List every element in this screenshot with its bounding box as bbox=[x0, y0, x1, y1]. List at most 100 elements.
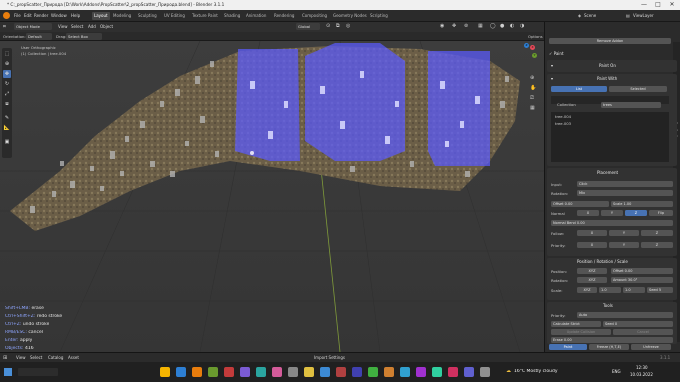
normal-x-button[interactable]: X bbox=[577, 210, 599, 216]
tab-layout[interactable]: Layout bbox=[92, 12, 110, 20]
chevron-down-icon[interactable]: ▾ bbox=[551, 62, 553, 70]
proportional-icon[interactable]: ◎ bbox=[346, 23, 350, 29]
weather-text[interactable]: 16°C Mostly cloudy bbox=[514, 369, 558, 374]
cursor-tool-icon[interactable]: ⊕ bbox=[3, 60, 11, 68]
orientation-dropdown[interactable]: Default bbox=[26, 33, 52, 40]
erase-field[interactable]: Erase 0.00 bbox=[551, 337, 673, 343]
transform-tool-icon[interactable]: ⧈ bbox=[3, 100, 11, 108]
follow-z-button[interactable]: Z bbox=[641, 230, 673, 236]
tab-compositing[interactable]: Compositing bbox=[300, 12, 329, 20]
prs-title[interactable]: Position / Rotation / Scale bbox=[577, 258, 628, 266]
tab-rendering[interactable]: Rendering bbox=[272, 12, 296, 20]
menu-view[interactable]: View bbox=[16, 355, 26, 360]
menu-add[interactable]: Add bbox=[88, 24, 96, 29]
calculate-field[interactable]: Calculate Strict bbox=[551, 321, 601, 327]
measure-tool-icon[interactable]: 📐 bbox=[3, 124, 11, 132]
camera-view-icon[interactable]: ⎚ bbox=[530, 95, 534, 101]
explorer-icon[interactable] bbox=[160, 367, 170, 377]
clock-time[interactable]: 12:30 bbox=[636, 365, 648, 370]
seed-field[interactable]: Seed 5 bbox=[647, 287, 673, 293]
input-dropdown[interactable]: Click bbox=[577, 181, 673, 187]
follow-y-button[interactable]: Y bbox=[609, 230, 639, 236]
menu-render[interactable]: Render bbox=[34, 13, 48, 18]
freeze-button[interactable]: Freeze (H,T,E) bbox=[589, 344, 629, 350]
app-icon[interactable] bbox=[240, 367, 250, 377]
rotate-tool-icon[interactable]: ↻ bbox=[3, 80, 11, 88]
position-offset-field[interactable]: Offset 0.00 bbox=[611, 268, 673, 274]
app-icon[interactable] bbox=[288, 367, 298, 377]
tab-sculpting[interactable]: Sculpting bbox=[136, 12, 159, 20]
menu-help[interactable]: Help bbox=[71, 13, 80, 18]
menu-window[interactable]: Window bbox=[51, 13, 67, 18]
language-indicator[interactable]: ENG bbox=[612, 369, 621, 374]
shading-render-icon[interactable]: ◑ bbox=[520, 23, 524, 29]
app-icon[interactable] bbox=[448, 367, 458, 377]
normal-bend-field[interactable]: Normal Bend 0.00 bbox=[551, 220, 673, 226]
paint-button[interactable]: Paint bbox=[549, 344, 587, 350]
start-icon[interactable] bbox=[4, 368, 12, 376]
app-icon[interactable] bbox=[480, 367, 490, 377]
xray-icon[interactable]: ▦ bbox=[478, 23, 483, 29]
paint-with-title[interactable]: Paint With bbox=[597, 75, 617, 83]
app-icon[interactable] bbox=[336, 367, 346, 377]
menu-file[interactable]: File bbox=[14, 13, 21, 18]
position-axes-toggle[interactable]: XYZ bbox=[577, 268, 607, 274]
object-list[interactable]: tree.004 tree.003 bbox=[551, 112, 669, 162]
list-item[interactable]: tree.004 bbox=[555, 114, 571, 119]
paint-on-title[interactable]: Paint On bbox=[599, 62, 616, 70]
app-icon[interactable] bbox=[320, 367, 330, 377]
app-icon[interactable] bbox=[464, 367, 474, 377]
grid-view-icon[interactable]: ▦ bbox=[530, 105, 535, 111]
rotation-dropdown[interactable]: Mix bbox=[577, 190, 673, 196]
tab-list[interactable]: List bbox=[551, 86, 607, 92]
scale-max-field[interactable]: 1.0 bbox=[623, 287, 645, 293]
app-icon[interactable] bbox=[208, 367, 218, 377]
gizmo-z-axis[interactable]: Z bbox=[524, 43, 529, 48]
visibility-icon[interactable]: ◉ bbox=[440, 23, 444, 29]
gizmo-y-axis[interactable]: Y bbox=[532, 53, 537, 58]
tab-texture-paint[interactable]: Texture Paint bbox=[190, 12, 220, 20]
app-icon[interactable] bbox=[400, 367, 410, 377]
tab-animation[interactable]: Animation bbox=[244, 12, 268, 20]
menu-view[interactable]: View bbox=[58, 24, 68, 29]
menu-asset[interactable]: Asset bbox=[68, 355, 79, 360]
tab-shading[interactable]: Shading bbox=[222, 12, 242, 20]
unfreeze-button[interactable]: Unfreeze bbox=[631, 344, 671, 350]
app-icon[interactable] bbox=[256, 367, 266, 377]
snap-icon[interactable]: ⧉ bbox=[336, 23, 340, 29]
add-cube-tool-icon[interactable]: ▣ bbox=[3, 138, 11, 146]
transform-orientation[interactable]: Global bbox=[296, 23, 320, 30]
chevron-down-icon[interactable]: ▾ bbox=[551, 75, 553, 83]
scale-min-field[interactable]: 1.0 bbox=[599, 287, 621, 293]
scale-tool-icon[interactable]: ⤢ bbox=[3, 90, 11, 98]
gizmo-toggle-icon[interactable]: ✥ bbox=[452, 23, 456, 29]
pan-icon[interactable]: ✋ bbox=[530, 85, 536, 91]
remove-addon-button[interactable]: Remove Addon bbox=[549, 38, 671, 44]
priority-z-button[interactable]: Z bbox=[641, 242, 673, 248]
zoom-icon[interactable]: ⊕ bbox=[530, 75, 534, 81]
placement-title[interactable]: Placement bbox=[597, 169, 618, 177]
rotation-amount-field[interactable]: Amount 30.0° bbox=[611, 277, 673, 283]
list-item[interactable]: tree.003 bbox=[555, 121, 571, 126]
menu-object[interactable]: Object bbox=[100, 24, 113, 29]
app-icon[interactable] bbox=[416, 367, 426, 377]
blender-logo-icon[interactable] bbox=[3, 12, 10, 19]
tab-modeling[interactable]: Modeling bbox=[111, 12, 133, 20]
viewlayer-selector[interactable]: ViewLayer bbox=[633, 13, 654, 18]
select-tool-icon[interactable]: ⬚ bbox=[3, 50, 11, 58]
import-settings-dropdown[interactable]: Import Settings bbox=[314, 355, 345, 360]
app-icon[interactable] bbox=[368, 367, 378, 377]
priority-dropdown[interactable]: Auto bbox=[577, 312, 673, 318]
priority-x-button[interactable]: X bbox=[577, 242, 607, 248]
normal-flip-button[interactable]: Flip bbox=[649, 210, 673, 216]
app-icon[interactable] bbox=[352, 367, 362, 377]
menu-edit[interactable]: Edit bbox=[24, 13, 32, 18]
browser-icon[interactable] bbox=[176, 367, 186, 377]
editor-type-icon[interactable]: ⌗ bbox=[3, 24, 6, 30]
navigation-gizmo[interactable]: X Z Y bbox=[512, 43, 540, 71]
app-icon[interactable] bbox=[304, 367, 314, 377]
menu-select[interactable]: Select bbox=[71, 24, 83, 29]
tab-geometry-nodes[interactable]: Geometry Nodes bbox=[331, 12, 369, 20]
blender-taskbar-icon[interactable] bbox=[192, 367, 202, 377]
scale-field[interactable]: Scale 1.00 bbox=[611, 201, 673, 207]
